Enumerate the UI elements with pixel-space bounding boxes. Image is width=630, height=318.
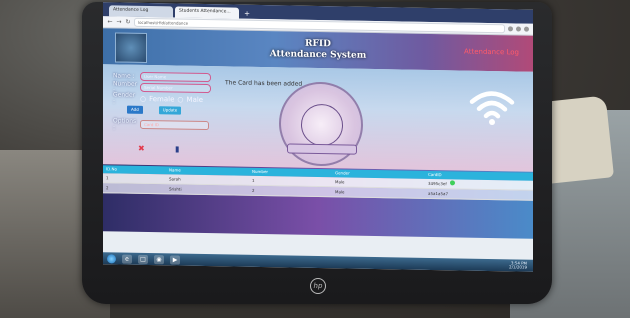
laptop-logo: hp (310, 278, 326, 294)
photo-background: hp Attendance Log Students Attendance...… (0, 0, 630, 318)
media-icon[interactable]: ▶ (170, 254, 180, 265)
cell-gender: Male (335, 179, 345, 185)
cell-number: 2 (252, 187, 255, 193)
active-badge-icon (449, 180, 455, 186)
main-panel: Name : User Name Number : Serial Number … (103, 64, 533, 172)
cell-card: a5a1a5a7 (428, 190, 448, 197)
reload-icon[interactable]: ↻ (125, 19, 131, 26)
browser-tab-1[interactable]: Attendance Log (109, 5, 173, 18)
cell-card: 3495c3ef (425, 179, 528, 190)
emblem-ribbon (287, 143, 357, 155)
radio-female-icon[interactable]: ○ (140, 94, 146, 102)
site-logo (115, 32, 147, 64)
male-label: Male (186, 95, 204, 104)
start-button[interactable] (107, 253, 116, 263)
name-input[interactable]: User Name (140, 71, 211, 83)
star-icon[interactable] (508, 26, 513, 32)
back-icon[interactable]: ← (107, 18, 113, 25)
attendance-log-link[interactable]: Attendance Log (464, 48, 519, 57)
user-form: Name : User Name Number : Serial Number … (113, 70, 211, 131)
new-tab-button[interactable]: + (241, 9, 253, 19)
chrome-icon[interactable]: ◉ (154, 254, 164, 264)
menu-icon[interactable] (524, 26, 529, 32)
card-id-text: 3495c3ef (428, 180, 447, 187)
cell-id: 1 (106, 175, 109, 181)
number-input[interactable]: Serial Number (140, 82, 211, 94)
female-label: Female (149, 94, 175, 103)
name-label: Name : (113, 72, 135, 80)
system-tray[interactable]: 3:54 PM 2/1/2019 (509, 260, 527, 270)
add-button[interactable]: Add (127, 105, 143, 114)
folder-icon[interactable]: □ (138, 254, 148, 264)
update-button[interactable]: Update (158, 105, 182, 115)
title-line-2: Attendance System (269, 49, 367, 61)
attendance-table: ID.No Name Number Gender CardID 1 Sarah … (103, 164, 533, 239)
forward-icon[interactable]: → (116, 18, 122, 25)
tray-date: 2/1/2019 (509, 264, 527, 270)
radio-male-icon[interactable]: ○ (177, 95, 183, 103)
laptop-screen: Attendance Log Students Attendance... + … (103, 2, 533, 272)
trash-icon[interactable]: ▮ (175, 145, 179, 154)
options-label: Options : (113, 116, 137, 131)
cell-gender: Male (335, 189, 345, 195)
gender-label: Gender : (113, 90, 136, 105)
ie-icon[interactable]: e (122, 254, 132, 264)
cell-name: Srishti (169, 186, 182, 192)
extension-icon[interactable] (516, 26, 521, 32)
page-title: RFID Attendance System (270, 38, 367, 62)
emblem-center-icon (301, 103, 343, 147)
browser-tab-2[interactable]: Students Attendance... (175, 6, 239, 19)
wifi-icon (469, 91, 515, 126)
status-message: The Card has been added (225, 79, 303, 88)
cell-number: 1 (252, 177, 255, 183)
card-input[interactable]: Card ID (140, 119, 209, 131)
edit-icon[interactable]: ✖ (138, 144, 145, 153)
college-emblem (279, 81, 363, 167)
cell-id: 2 (106, 185, 109, 191)
cell-name: Sarah (169, 176, 181, 182)
